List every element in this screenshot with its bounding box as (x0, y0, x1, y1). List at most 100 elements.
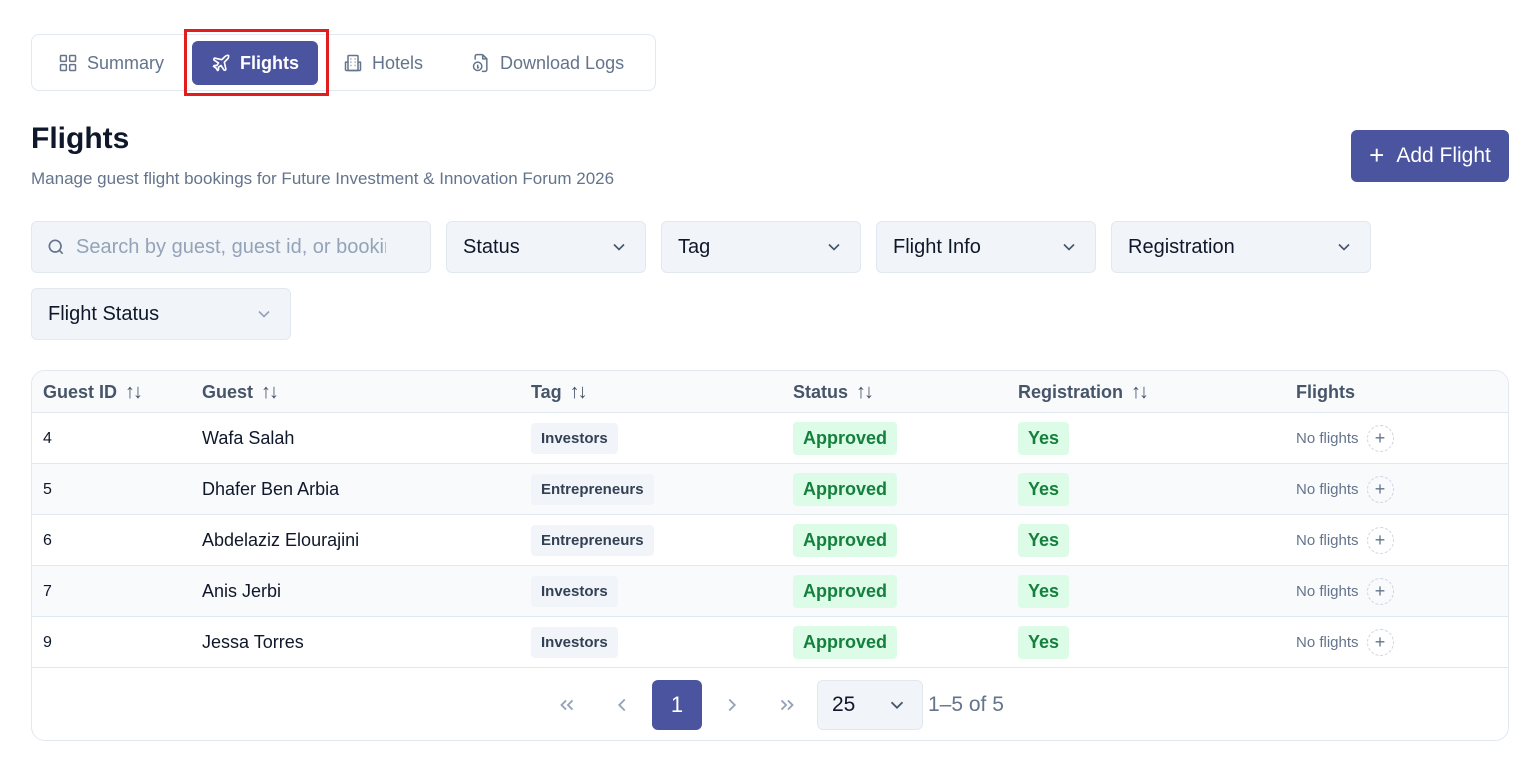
page-button-current[interactable]: 1 (652, 680, 702, 730)
chevron-down-icon (258, 310, 270, 318)
guest-name-cell: Dhafer Ben Arbia (202, 479, 340, 499)
search-box (31, 221, 431, 273)
tag-cell: Entrepreneurs (531, 515, 654, 566)
status-filter[interactable]: Status (446, 221, 646, 273)
flights-cell: No flights + (1296, 464, 1394, 515)
tag-badge: Entrepreneurs (531, 474, 654, 505)
tab-flights[interactable]: Flights (192, 41, 318, 85)
search-input[interactable] (76, 235, 386, 259)
registration-filter[interactable]: Registration (1111, 221, 1371, 273)
column-header-registration[interactable]: Registration ↑↓ (1018, 371, 1149, 413)
tag-filter[interactable]: Tag (661, 221, 861, 273)
registration-cell: Yes (1018, 566, 1070, 617)
tag-badge: Investors (531, 423, 618, 454)
guest-id-cell: 4 (43, 429, 52, 447)
status-cell: Approved (793, 464, 898, 515)
page-range-text: 1–5 of 5 (928, 693, 1004, 716)
status-cell: Approved (793, 413, 898, 464)
hotel-icon (344, 54, 362, 72)
status-badge: Approved (793, 524, 898, 557)
chevron-down-icon (890, 701, 904, 710)
tag-cell: Investors (531, 617, 618, 668)
tab-hotels[interactable]: Hotels (331, 41, 435, 85)
add-flight-icon[interactable]: + (1366, 629, 1394, 656)
status-badge: Approved (793, 626, 898, 659)
sort-icon: ↑↓ (1131, 380, 1149, 403)
registration-badge: Yes (1018, 575, 1070, 608)
add-flight-icon[interactable]: + (1366, 476, 1394, 503)
status-badge: Approved (793, 473, 898, 506)
prev-page-button[interactable] (602, 680, 642, 730)
plane-icon (212, 54, 230, 72)
column-header-flights: Flights (1296, 371, 1355, 413)
registration-cell: Yes (1018, 515, 1070, 566)
tab-flights-label: Flights (240, 52, 299, 73)
chevron-down-icon (1063, 243, 1075, 251)
table-row[interactable]: 4 Wafa Salah Investors Approved Yes No f… (32, 413, 1508, 464)
next-page-button[interactable] (712, 680, 752, 730)
tag-cell: Investors (531, 566, 618, 617)
tag-filter-label: Tag (678, 235, 711, 258)
add-flight-button[interactable]: + Add Flight (1351, 130, 1509, 182)
guest-name-cell: Wafa Salah (202, 428, 295, 448)
column-label: Registration (1018, 381, 1124, 402)
sort-icon: ↑↓ (261, 380, 279, 403)
table-row[interactable]: 5 Dhafer Ben Arbia Entrepreneurs Approve… (32, 464, 1508, 515)
column-header-guest[interactable]: Guest ↑↓ (202, 371, 279, 413)
status-cell: Approved (793, 566, 898, 617)
tab-download-logs[interactable]: Download Logs (459, 41, 636, 85)
no-flights-text: No flights (1296, 634, 1359, 651)
column-label: Guest ID (43, 381, 118, 402)
flights-cell: No flights + (1296, 413, 1394, 464)
tab-summary[interactable]: Summary (46, 41, 176, 85)
status-cell: Approved (793, 617, 898, 668)
first-page-button[interactable] (547, 680, 587, 730)
registration-badge: Yes (1018, 626, 1070, 659)
page-size-select[interactable]: 25 (817, 680, 923, 730)
registration-badge: Yes (1018, 524, 1070, 557)
registration-cell: Yes (1018, 413, 1070, 464)
add-flight-icon[interactable]: + (1366, 425, 1394, 452)
flight-status-filter-label: Flight Status (48, 302, 160, 325)
last-page-button[interactable] (767, 680, 807, 730)
chevron-down-icon (828, 243, 840, 251)
page-size-value: 25 (832, 693, 856, 716)
sort-icon: ↑↓ (856, 380, 874, 403)
registration-cell: Yes (1018, 617, 1070, 668)
guest-id-cell: 6 (43, 531, 52, 549)
status-cell: Approved (793, 515, 898, 566)
sort-icon: ↑↓ (569, 380, 588, 403)
column-header-guest-id[interactable]: Guest ID ↑↓ (43, 371, 143, 413)
column-header-status[interactable]: Status ↑↓ (793, 371, 874, 413)
plus-icon: + (1369, 139, 1385, 170)
flight-info-filter[interactable]: Flight Info (876, 221, 1096, 273)
flights-cell: No flights + (1296, 515, 1394, 566)
add-flight-icon[interactable]: + (1366, 527, 1394, 554)
guest-id-cell: 7 (43, 582, 52, 600)
chevrons-right-icon (780, 699, 794, 711)
table-row[interactable]: 7 Anis Jerbi Investors Approved Yes No f… (32, 566, 1508, 617)
flights-cell: No flights + (1296, 617, 1394, 668)
no-flights-text: No flights (1296, 430, 1359, 447)
status-badge: Approved (793, 422, 898, 455)
flight-status-filter[interactable]: Flight Status (31, 288, 291, 340)
column-header-tag[interactable]: Tag ↑↓ (531, 371, 588, 413)
column-label: Tag (531, 381, 562, 402)
table-row[interactable]: 6 Abdelaziz Elourajini Entrepreneurs App… (32, 515, 1508, 566)
guest-name-cell: Jessa Torres (202, 632, 304, 652)
tag-badge: Investors (531, 576, 618, 607)
page-title: Flights (31, 122, 130, 155)
no-flights-text: No flights (1296, 583, 1359, 600)
flights-cell: No flights + (1296, 566, 1394, 617)
tab-download-logs-label: Download Logs (500, 52, 625, 73)
pagination: 1 25 1–5 of 5 (32, 668, 1508, 740)
chevron-down-icon (613, 243, 625, 251)
tab-summary-label: Summary (87, 52, 165, 73)
status-filter-label: Status (463, 235, 520, 258)
tab-bar: Summary Flights Hotels Download Logs (31, 34, 656, 91)
guest-name-cell: Abdelaziz Elourajini (202, 530, 360, 550)
no-flights-text: No flights (1296, 481, 1359, 498)
add-flight-icon[interactable]: + (1366, 578, 1394, 605)
table-row[interactable]: 9 Jessa Torres Investors Approved Yes No… (32, 617, 1508, 668)
registration-cell: Yes (1018, 464, 1070, 515)
